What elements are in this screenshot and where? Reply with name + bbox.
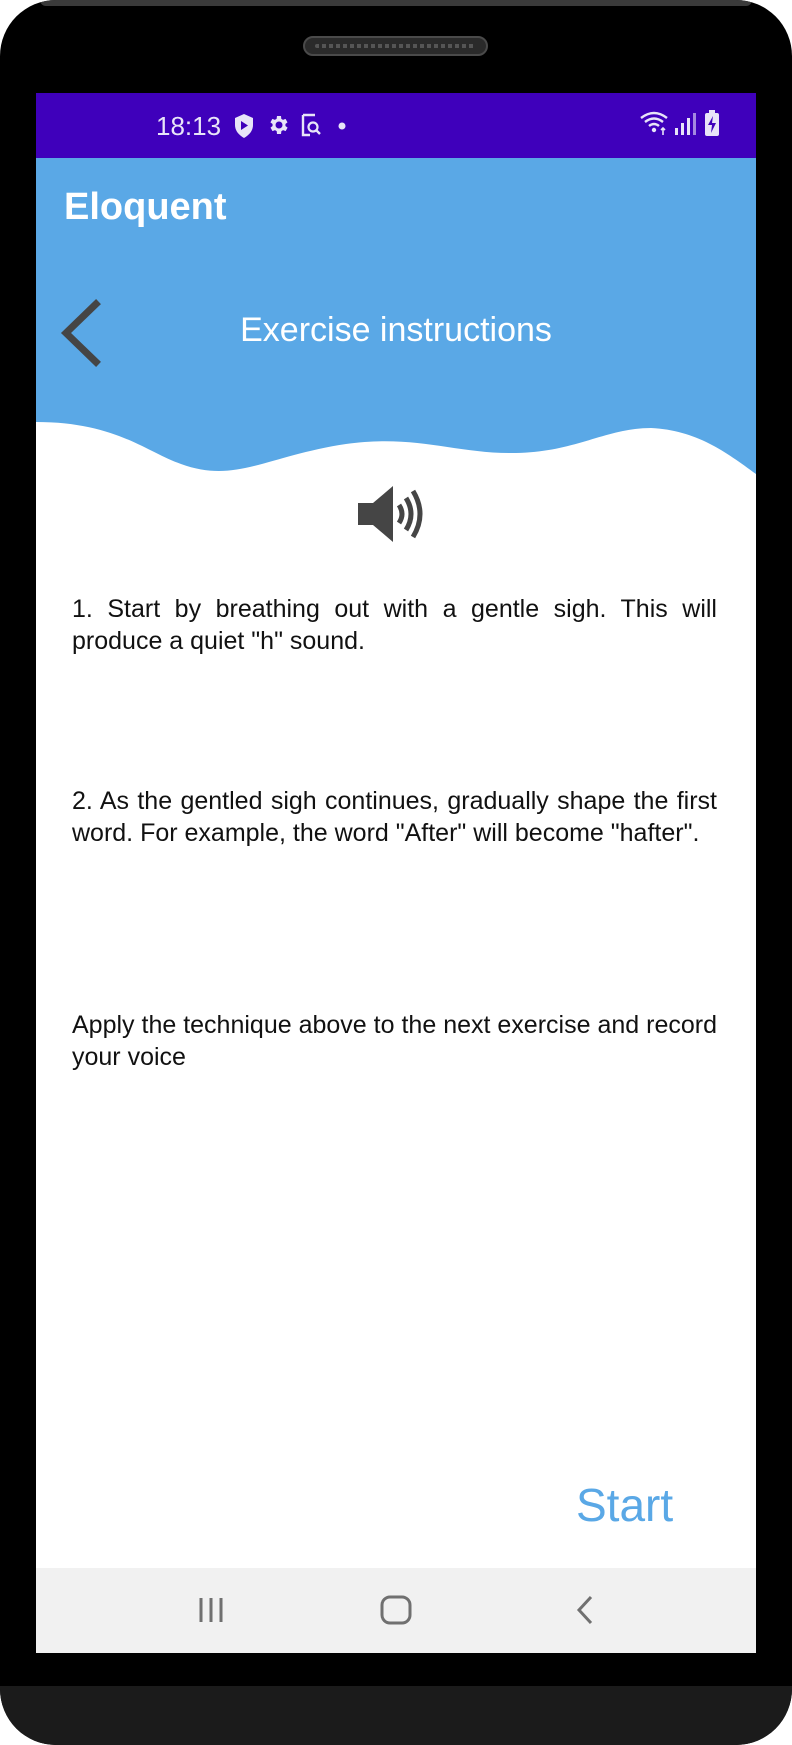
gear-icon — [270, 116, 288, 134]
wifi-icon — [640, 111, 668, 135]
screen-title: Exercise instructions — [240, 311, 552, 349]
speaker-volume-icon[interactable] — [356, 481, 436, 547]
signal-icon — [675, 113, 696, 135]
start-button[interactable]: Start — [576, 1478, 673, 1532]
header-wave-background — [36, 256, 756, 474]
instruction-step-2: 2. As the gentled sigh continues, gradua… — [72, 787, 717, 847]
recent-apps-icon[interactable] — [196, 1592, 228, 1628]
shield-play-icon — [235, 114, 253, 138]
screenshot-search-icon — [301, 113, 321, 137]
dot-icon — [338, 122, 346, 130]
phone-screen: 18:13 Eloquent Exercise instructions 1. … — [36, 93, 756, 1653]
instructions-header: Exercise instructions — [36, 256, 756, 476]
device-top-edge — [40, 0, 752, 6]
system-nav-bar — [36, 1568, 756, 1653]
home-icon[interactable] — [379, 1592, 413, 1628]
instruction-apply-note: Apply the technique above to the next ex… — [72, 1011, 717, 1071]
device-frame: 18:13 Eloquent Exercise instructions 1. … — [0, 0, 792, 1745]
battery-charging-icon — [705, 110, 719, 136]
app-title: Eloquent — [64, 186, 227, 228]
status-bar: 18:13 — [36, 93, 756, 158]
app-bar: Eloquent — [36, 158, 756, 256]
device-bottom-bezel — [0, 1686, 792, 1745]
status-time: 18:13 — [156, 111, 222, 141]
instruction-step-1: 1. Start by breathing out with a gentle … — [72, 595, 717, 655]
earpiece-speaker — [303, 36, 488, 56]
back-icon[interactable] — [574, 1592, 598, 1628]
